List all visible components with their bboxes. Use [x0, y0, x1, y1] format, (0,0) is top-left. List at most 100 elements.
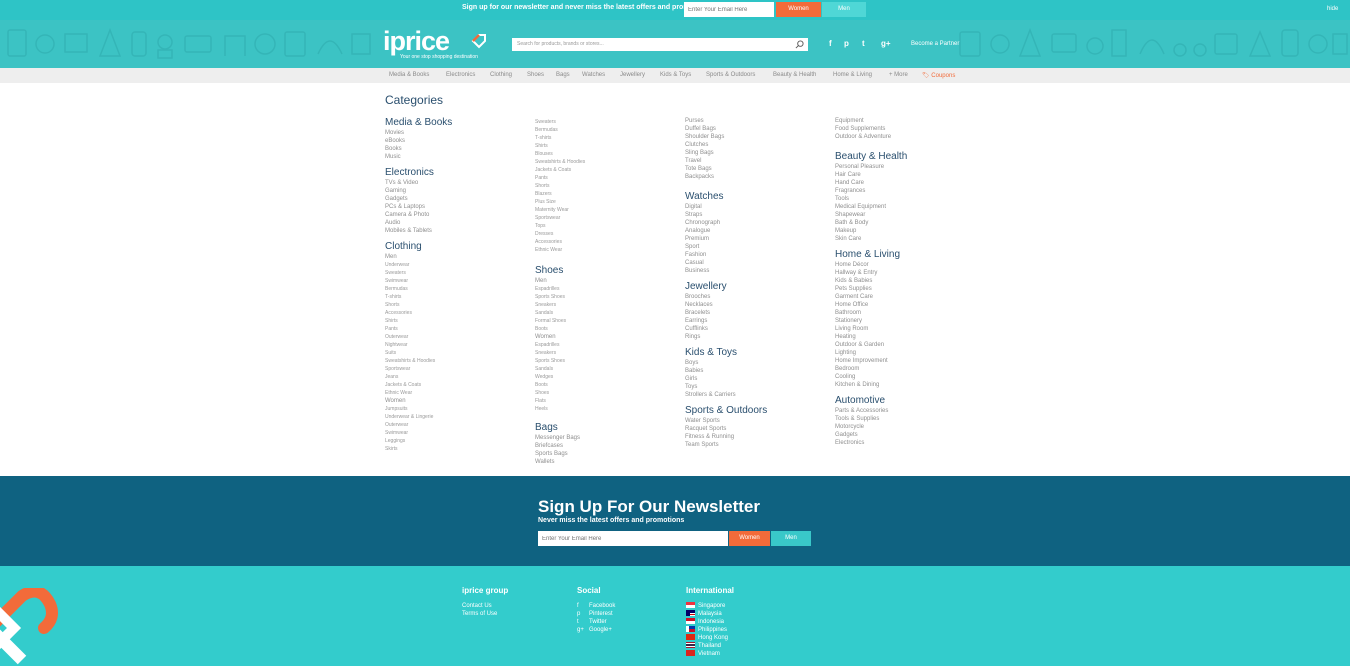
category-link[interactable]: Shorts [385, 301, 535, 309]
nav-item-watches[interactable]: Watches [582, 72, 605, 78]
category-link[interactable]: Dresses [535, 230, 685, 238]
category-link[interactable]: Personal Pleasure [835, 163, 985, 171]
newsletter-men-button[interactable]: Men [771, 531, 811, 546]
category-link[interactable]: Pets Supplies [835, 285, 985, 293]
iprice-logo[interactable]: iprice Your one stop shopping destinatio… [383, 27, 486, 60]
pinterest-icon[interactable]: p [844, 39, 849, 48]
category-link[interactable]: T-shirts [535, 134, 685, 142]
category-link[interactable]: Team Sports [685, 441, 835, 449]
category-link[interactable]: Hallway & Entry [835, 269, 985, 277]
category-heading-beauty-health[interactable]: Beauty & Health [835, 151, 985, 163]
category-link[interactable]: Fashion [685, 251, 835, 259]
nav-item-bags[interactable]: Bags [556, 72, 570, 78]
newsletter-women-button[interactable]: Women [729, 531, 770, 546]
category-link[interactable]: Formal Shoes [535, 317, 685, 325]
category-link[interactable]: Boys [685, 359, 835, 367]
category-link[interactable]: Outerwear [385, 333, 535, 341]
category-link[interactable]: Gaming [385, 187, 535, 195]
category-link[interactable]: Movies [385, 129, 535, 137]
category-link[interactable]: Tote Bags [685, 165, 835, 173]
country-link-vietnam[interactable]: Vietnam [686, 650, 720, 658]
category-link[interactable]: Books [385, 145, 535, 153]
category-link[interactable]: Fitness & Running [685, 433, 835, 441]
category-link[interactable]: Swimwear [385, 429, 535, 437]
category-link[interactable]: Bath & Body [835, 219, 985, 227]
category-link[interactable]: Gadgets [835, 431, 985, 439]
category-link[interactable]: Bermudas [535, 126, 685, 134]
category-link[interactable]: Outdoor & Garden [835, 341, 985, 349]
category-link[interactable]: Sweaters [385, 269, 535, 277]
country-link-indonesia[interactable]: Indonesia [686, 618, 724, 626]
nav-item-clothing[interactable]: Clothing [490, 72, 512, 78]
category-link[interactable]: Accessories [535, 238, 685, 246]
category-link[interactable]: Boots [535, 381, 685, 389]
category-link[interactable]: Tools [835, 195, 985, 203]
category-link[interactable]: Motorcycle [835, 423, 985, 431]
category-link[interactable]: Jackets & Coats [385, 381, 535, 389]
category-link[interactable]: Sweatshirts & Hoodies [535, 158, 685, 166]
category-link[interactable]: Tops [535, 222, 685, 230]
category-link[interactable]: Water Sports [685, 417, 835, 425]
category-link[interactable]: Shorts [535, 182, 685, 190]
category-link[interactable]: Leggings [385, 437, 535, 445]
category-link[interactable]: Backpacks [685, 173, 835, 181]
category-link[interactable]: Toys [685, 383, 835, 391]
twitter-icon[interactable]: t [862, 39, 865, 48]
category-link[interactable]: Premium [685, 235, 835, 243]
topbar-men-button[interactable]: Men [822, 2, 866, 17]
nav-item-home-living[interactable]: Home & Living [833, 72, 872, 78]
google-plus-icon[interactable]: g+ [881, 39, 891, 48]
hide-link[interactable]: hide [1327, 6, 1338, 12]
category-link[interactable]: Bedroom [835, 365, 985, 373]
category-link[interactable]: Home Improvement [835, 357, 985, 365]
category-link[interactable]: Gadgets [385, 195, 535, 203]
category-link[interactable]: Kids & Babies [835, 277, 985, 285]
category-link[interactable]: Sportswear [535, 214, 685, 222]
category-link[interactable]: Sports Shoes [535, 293, 685, 301]
category-link[interactable]: Wedges [535, 373, 685, 381]
category-link[interactable]: Nightwear [385, 341, 535, 349]
category-link[interactable]: Espadrilles [535, 341, 685, 349]
category-link[interactable]: Suits [385, 349, 535, 357]
facebook-icon[interactable]: f [829, 39, 832, 48]
category-link[interactable]: Sportswear [385, 365, 535, 373]
category-link[interactable]: Shirts [385, 317, 535, 325]
category-link[interactable]: T-shirts [385, 293, 535, 301]
nav-item-jewellery[interactable]: Jewellery [620, 72, 645, 78]
topbar-women-button[interactable]: Women [776, 2, 821, 17]
topbar-email-input[interactable] [684, 2, 774, 17]
category-link[interactable]: Pants [385, 325, 535, 333]
category-link[interactable]: Straps [685, 211, 835, 219]
category-link[interactable]: Sweatshirts & Hoodies [385, 357, 535, 365]
category-heading-electronics[interactable]: Electronics [385, 167, 535, 179]
category-link[interactable]: Outdoor & Adventure [835, 133, 985, 141]
category-link[interactable]: Outerwear [385, 421, 535, 429]
category-link[interactable]: Sandals [535, 309, 685, 317]
category-heading-clothing[interactable]: Clothing [385, 241, 535, 253]
footer-link-twitter[interactable]: t Twitter [577, 618, 607, 626]
category-link[interactable]: Messenger Bags [535, 434, 685, 442]
category-link[interactable]: Living Room [835, 325, 985, 333]
category-link[interactable]: Rings [685, 333, 835, 341]
footer-link-contact[interactable]: Contact Us [462, 602, 492, 610]
category-link[interactable]: Purses [685, 117, 835, 125]
category-link[interactable]: Blazers [535, 190, 685, 198]
category-link[interactable]: Jackets & Coats [535, 166, 685, 174]
category-link[interactable]: Racquet Sports [685, 425, 835, 433]
category-link[interactable]: Home Office [835, 301, 985, 309]
category-link[interactable]: Medical Equipment [835, 203, 985, 211]
nav-item-sports-outdoors[interactable]: Sports & Outdoors [706, 72, 755, 78]
category-link[interactable]: Business [685, 267, 835, 275]
category-link[interactable]: Swimwear [385, 277, 535, 285]
category-link[interactable]: Brooches [685, 293, 835, 301]
nav-item-kids-toys[interactable]: Kids & Toys [660, 72, 691, 78]
category-heading-kids-toys[interactable]: Kids & Toys [685, 347, 835, 359]
country-link-singapore[interactable]: Singapore [686, 602, 725, 610]
search-icon[interactable] [795, 40, 804, 49]
category-link[interactable]: Audio [385, 219, 535, 227]
category-link[interactable]: Strollers & Carriers [685, 391, 835, 399]
search-input[interactable]: Search for products, brands or stores... [517, 41, 604, 47]
category-link[interactable]: TVs & Video [385, 179, 535, 187]
category-link[interactable]: Girls [685, 375, 835, 383]
category-link[interactable]: Casual [685, 259, 835, 267]
